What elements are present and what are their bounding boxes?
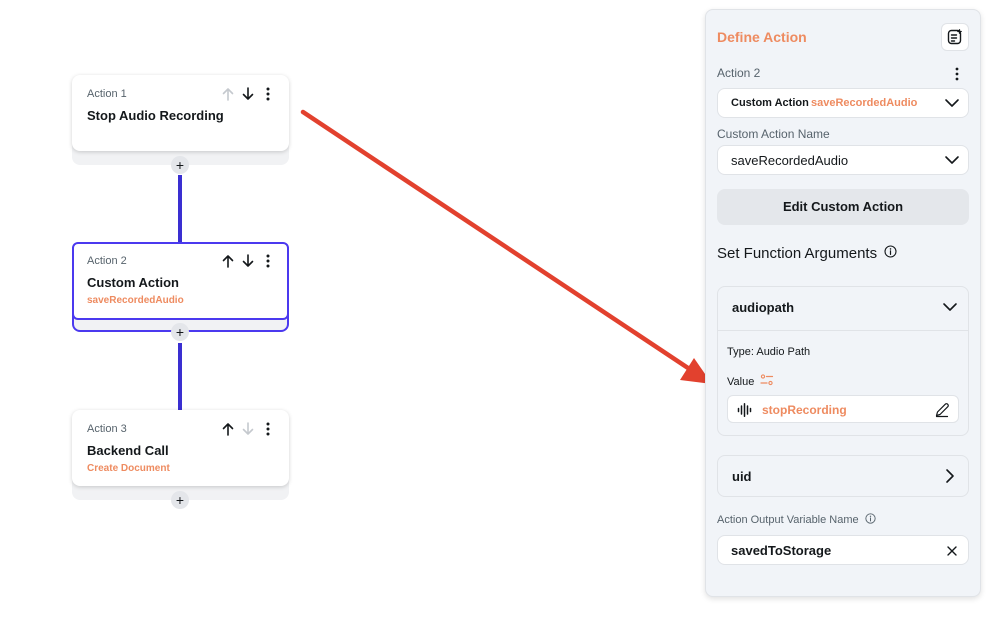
- edit-custom-action-button[interactable]: Edit Custom Action: [717, 189, 969, 225]
- output-variable-input[interactable]: savedToStorage: [717, 535, 969, 565]
- argument-name: audiopath: [732, 300, 795, 315]
- action-type-name: saveRecordedAudio: [811, 97, 918, 109]
- action-list-button[interactable]: [941, 23, 969, 51]
- action-more-icon[interactable]: [955, 67, 959, 86]
- action-type-dropdown[interactable]: Custom Action saveRecordedAudio: [717, 88, 969, 118]
- argument-audiopath: audiopath Type: Audio Path Value stopRec…: [717, 286, 969, 436]
- custom-action-name-dropdown[interactable]: saveRecordedAudio: [717, 145, 969, 175]
- argument-header[interactable]: audiopath: [718, 287, 968, 331]
- output-variable-value: savedToStorage: [731, 543, 832, 558]
- argument-value-field[interactable]: stopRecording: [727, 395, 959, 423]
- info-icon[interactable]: [884, 245, 897, 262]
- chevron-right-icon: [944, 468, 956, 489]
- audio-wave-icon: [737, 403, 753, 422]
- panel-title: Define Action: [717, 29, 807, 45]
- action-label: Action 2: [717, 66, 761, 80]
- edit-pencil-icon[interactable]: [934, 402, 950, 423]
- argument-name: uid: [732, 469, 752, 484]
- chevron-down-icon: [944, 153, 960, 172]
- define-action-panel: Define Action Action 2 Custom Action sav…: [705, 9, 981, 597]
- list-add-icon: [947, 29, 962, 45]
- argument-value: stopRecording: [762, 403, 847, 417]
- argument-type: Type: Audio Path: [727, 346, 811, 358]
- action-type-label: Custom Action: [731, 97, 809, 109]
- clear-icon[interactable]: [946, 544, 958, 562]
- custom-action-name-label: Custom Action Name: [717, 127, 830, 141]
- variable-settings-icon[interactable]: [760, 374, 774, 389]
- custom-action-name-value: saveRecordedAudio: [731, 153, 849, 168]
- output-label-text: Action Output Variable Name: [717, 514, 859, 526]
- function-arguments-heading: Set Function Arguments: [717, 245, 897, 262]
- argument-uid[interactable]: uid: [717, 455, 969, 497]
- chevron-down-icon: [942, 300, 958, 319]
- section-title: Set Function Arguments: [717, 245, 878, 262]
- output-variable-label: Action Output Variable Name: [717, 513, 876, 527]
- chevron-down-icon: [944, 96, 960, 115]
- argument-value-label: Value: [727, 374, 774, 389]
- info-icon[interactable]: [865, 513, 876, 527]
- value-label-text: Value: [727, 375, 755, 388]
